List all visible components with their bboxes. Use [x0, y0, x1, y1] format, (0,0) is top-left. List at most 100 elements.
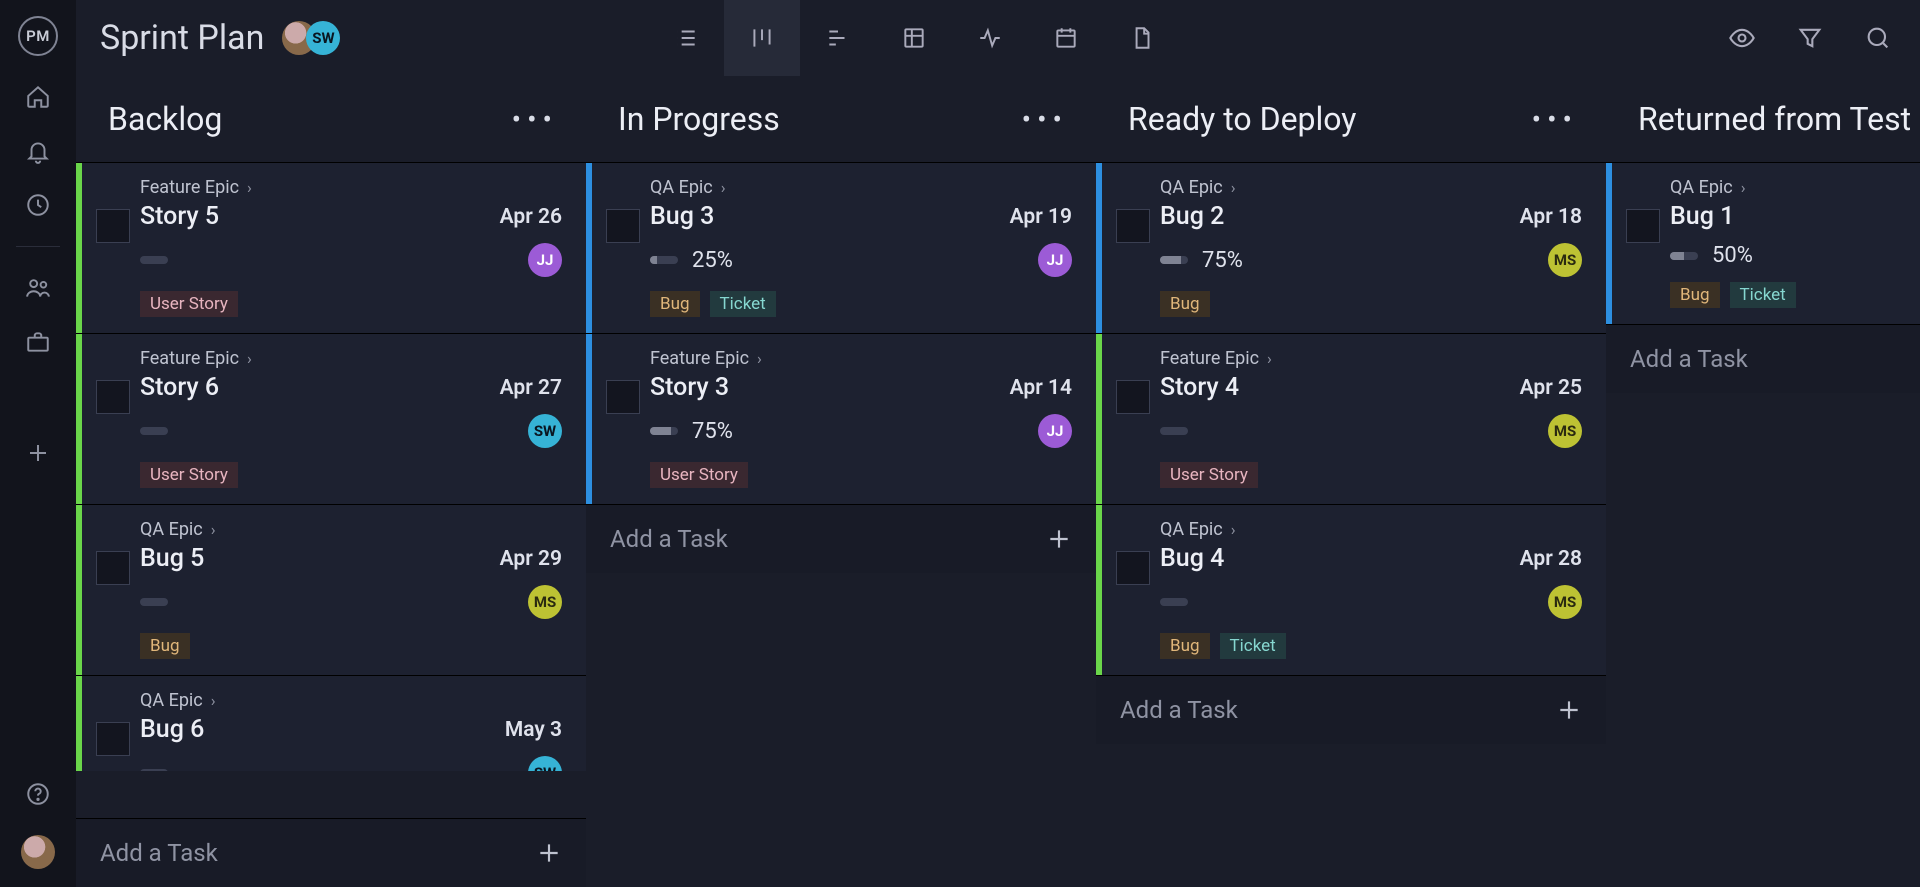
- epic-breadcrumb[interactable]: QA Epic›: [1160, 519, 1582, 540]
- add-task-button[interactable]: Add a Task: [76, 818, 586, 887]
- assignee-avatar[interactable]: JJ: [1038, 243, 1072, 277]
- card-title: Bug 1: [1670, 202, 1920, 231]
- column-header: Backlog •••: [76, 76, 586, 162]
- assignee-avatar[interactable]: JJ: [1038, 414, 1072, 448]
- task-checkbox[interactable]: [606, 209, 640, 243]
- home-icon[interactable]: [25, 84, 51, 110]
- app-logo[interactable]: PM: [18, 16, 58, 56]
- task-card[interactable]: Feature Epic›Story 3Apr 1475%JJUser Stor…: [586, 333, 1096, 504]
- task-card[interactable]: QA Epic›Bug 2Apr 1875%MSBug: [1096, 162, 1606, 333]
- task-card[interactable]: Feature Epic›Story 6Apr 27SWUser Story: [76, 333, 586, 504]
- add-task-button[interactable]: Add a Task: [1606, 324, 1920, 393]
- view-tab-board[interactable]: [724, 0, 800, 76]
- priority-stripe: [1096, 334, 1102, 504]
- epic-label: QA Epic: [650, 177, 713, 198]
- task-card[interactable]: QA Epic›Bug 6May 3SW: [76, 675, 586, 771]
- chevron-right-icon: ›: [1231, 178, 1236, 197]
- task-card[interactable]: Feature Epic›Story 5Apr 26JJUser Story: [76, 162, 586, 333]
- filter-icon[interactable]: [1796, 24, 1824, 52]
- tag[interactable]: Ticket: [1220, 633, 1286, 659]
- column-menu-icon[interactable]: •••: [512, 103, 558, 136]
- column-title: Returned from Test: [1638, 100, 1911, 138]
- tag[interactable]: User Story: [140, 462, 238, 488]
- epic-breadcrumb[interactable]: QA Epic›: [1670, 177, 1920, 198]
- add-task-label: Add a Task: [1630, 345, 1748, 373]
- kanban-board: Backlog•••Feature Epic›Story 5Apr 26JJUs…: [76, 76, 1920, 887]
- view-tab-calendar[interactable]: [1028, 0, 1104, 76]
- task-checkbox[interactable]: [606, 380, 640, 414]
- card-due-date: Apr 27: [500, 376, 562, 400]
- add-task-button[interactable]: Add a Task: [586, 504, 1096, 573]
- task-checkbox[interactable]: [96, 551, 130, 585]
- view-tab-activity[interactable]: [952, 0, 1028, 76]
- assignee-avatar[interactable]: MS: [1548, 414, 1582, 448]
- column-menu-icon[interactable]: •••: [1022, 103, 1068, 136]
- view-tab-list[interactable]: [648, 0, 724, 76]
- assignee-avatar[interactable]: MS: [528, 585, 562, 619]
- assignee-avatar[interactable]: JJ: [528, 243, 562, 277]
- column-body: QA Epic›Bug 3Apr 1925%JJBugTicketFeature…: [586, 162, 1096, 887]
- clock-icon[interactable]: [25, 192, 51, 218]
- task-checkbox[interactable]: [96, 722, 130, 756]
- help-icon[interactable]: [25, 781, 51, 807]
- tag[interactable]: Ticket: [710, 291, 776, 317]
- view-tab-sheet[interactable]: [876, 0, 952, 76]
- assignee-avatar[interactable]: SW: [528, 756, 562, 771]
- tag[interactable]: Bug: [650, 291, 700, 317]
- tag[interactable]: Bug: [1670, 282, 1720, 308]
- task-checkbox[interactable]: [1626, 209, 1660, 243]
- progress-row: MS: [140, 585, 562, 619]
- tag[interactable]: Bug: [140, 633, 190, 659]
- epic-breadcrumb[interactable]: Feature Epic›: [140, 177, 562, 198]
- task-checkbox[interactable]: [1116, 551, 1150, 585]
- people-icon[interactable]: [25, 275, 51, 301]
- priority-stripe: [76, 676, 82, 771]
- priority-stripe: [76, 163, 82, 333]
- task-checkbox[interactable]: [96, 380, 130, 414]
- task-card[interactable]: QA Epic›Bug 4Apr 28MSBugTicket: [1096, 504, 1606, 675]
- task-checkbox[interactable]: [1116, 209, 1150, 243]
- view-tab-gantt[interactable]: [800, 0, 876, 76]
- epic-breadcrumb[interactable]: QA Epic›: [140, 519, 562, 540]
- task-card[interactable]: QA Epic›Bug 5Apr 29MSBug: [76, 504, 586, 675]
- plus-icon: [536, 840, 562, 866]
- task-card[interactable]: QA Epic›Bug 3Apr 1925%JJBugTicket: [586, 162, 1096, 333]
- column-menu-icon[interactable]: •••: [1532, 103, 1578, 136]
- tag[interactable]: Bug: [1160, 291, 1210, 317]
- bell-icon[interactable]: [25, 138, 51, 164]
- task-checkbox[interactable]: [1116, 380, 1150, 414]
- task-checkbox[interactable]: [96, 209, 130, 243]
- briefcase-icon[interactable]: [25, 329, 51, 355]
- tag[interactable]: User Story: [1160, 462, 1258, 488]
- eye-icon[interactable]: [1728, 24, 1756, 52]
- epic-breadcrumb[interactable]: Feature Epic›: [1160, 348, 1582, 369]
- assignee-avatar[interactable]: SW: [528, 414, 562, 448]
- tag[interactable]: Bug: [1160, 633, 1210, 659]
- task-card[interactable]: Feature Epic›Story 4Apr 25MSUser Story: [1096, 333, 1606, 504]
- chevron-right-icon: ›: [211, 691, 216, 710]
- task-card[interactable]: QA Epic›Bug 150%BugTicket: [1606, 162, 1920, 324]
- add-task-button[interactable]: Add a Task: [1096, 675, 1606, 744]
- viewer-avatar-initials[interactable]: SW: [306, 21, 340, 55]
- board-viewers[interactable]: SW: [282, 21, 340, 55]
- tag[interactable]: User Story: [650, 462, 748, 488]
- epic-breadcrumb[interactable]: Feature Epic›: [140, 348, 562, 369]
- view-tab-file[interactable]: [1104, 0, 1180, 76]
- epic-breadcrumb[interactable]: QA Epic›: [1160, 177, 1582, 198]
- tag[interactable]: Ticket: [1730, 282, 1796, 308]
- progress-row: SW: [140, 414, 562, 448]
- epic-breadcrumb[interactable]: QA Epic›: [650, 177, 1072, 198]
- epic-breadcrumb[interactable]: QA Epic›: [140, 690, 562, 711]
- chevron-right-icon: ›: [1741, 178, 1746, 197]
- priority-stripe: [1606, 163, 1612, 324]
- current-user-avatar[interactable]: [21, 835, 55, 869]
- search-icon[interactable]: [1864, 24, 1892, 52]
- progress-row: MS: [1160, 414, 1582, 448]
- assignee-avatar[interactable]: MS: [1548, 243, 1582, 277]
- epic-breadcrumb[interactable]: Feature Epic›: [650, 348, 1072, 369]
- column-title: Backlog: [108, 100, 222, 138]
- add-project-icon[interactable]: [26, 441, 50, 465]
- assignee-avatar[interactable]: MS: [1548, 585, 1582, 619]
- progress-row: JJ: [140, 243, 562, 277]
- tag[interactable]: User Story: [140, 291, 238, 317]
